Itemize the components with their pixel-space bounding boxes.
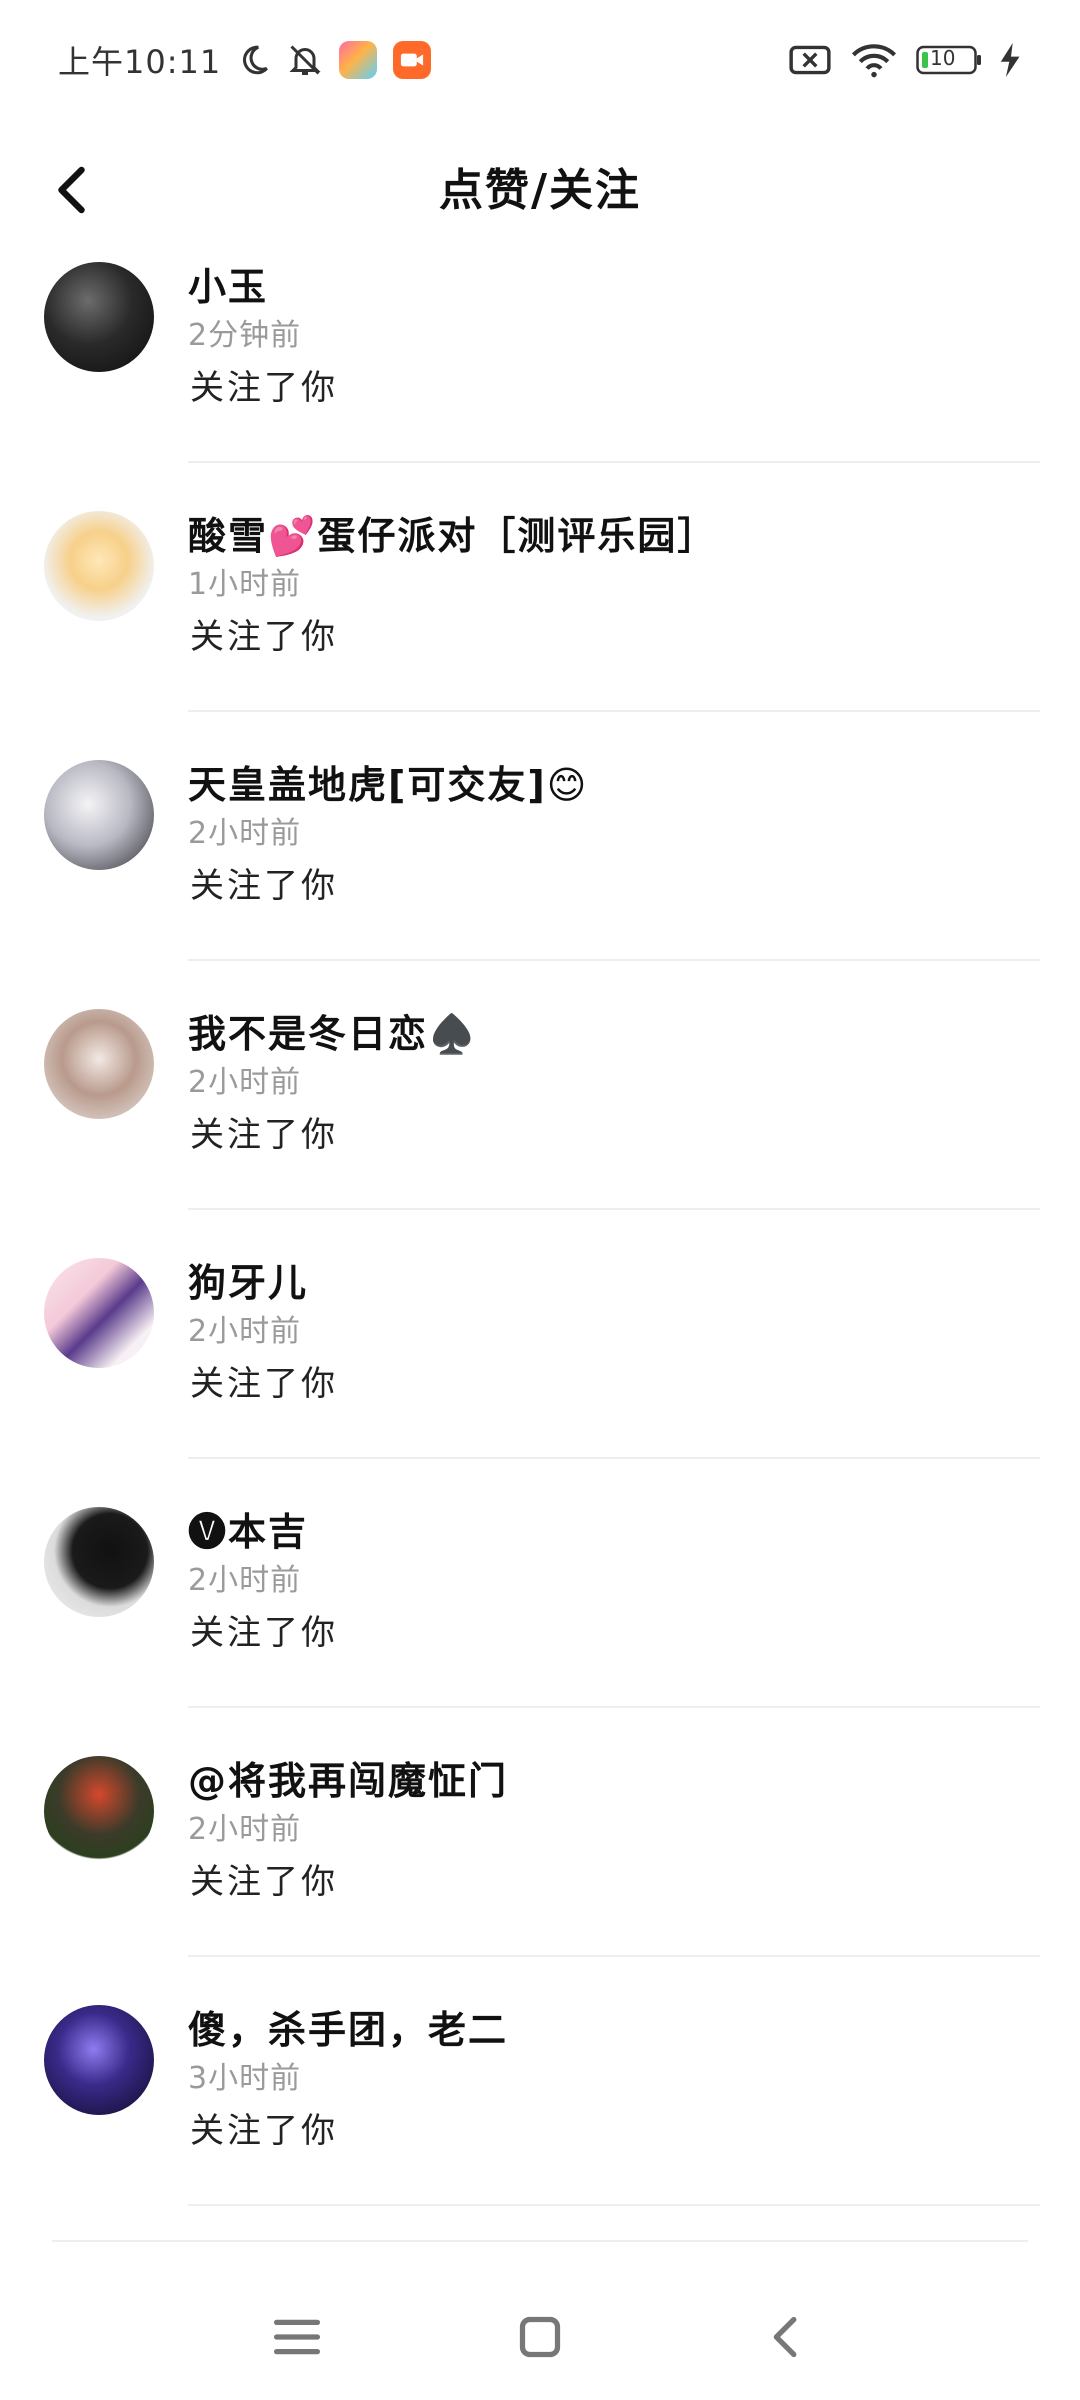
moon-icon (243, 45, 269, 75)
timestamp: 3小时前 (188, 2061, 302, 2096)
video-app-icon (393, 41, 432, 79)
avatar[interactable] (44, 1009, 154, 1119)
divider (188, 1706, 1040, 1708)
user-name[interactable]: 我不是冬日恋♠️ (188, 1003, 477, 1058)
recent-apps-button[interactable] (262, 2302, 332, 2372)
timestamp: 2小时前 (188, 816, 302, 851)
action-text: 关注了你 (190, 368, 338, 408)
list-item[interactable]: 酸雪💕蛋仔派对［测评乐园］ 1小时前 关注了你 (0, 497, 1080, 746)
user-name[interactable]: 狗牙儿 (188, 1252, 308, 1307)
charging-icon (1000, 43, 1020, 77)
avatar[interactable] (44, 760, 154, 870)
timestamp: 2小时前 (188, 1563, 302, 1598)
action-text: 关注了你 (190, 1364, 338, 1404)
list-item[interactable]: 我不是冬日恋♠️ 2小时前 关注了你 (0, 995, 1080, 1244)
wifi-icon (851, 44, 897, 78)
battery-level: 10 (930, 46, 956, 70)
user-name[interactable]: @将我再闯魔怔门 (188, 1750, 508, 1805)
action-text: 关注了你 (190, 866, 338, 906)
timestamp: 1小时前 (188, 567, 302, 602)
divider (188, 2204, 1040, 2206)
user-name[interactable]: 傻，杀手团，老二 (188, 1999, 508, 2054)
list-item[interactable]: 傻，杀手团，老二 3小时前 关注了你 (0, 1991, 1080, 2240)
divider (52, 2240, 1028, 2242)
divider (188, 1955, 1040, 1957)
chevron-left-icon (773, 2316, 797, 2358)
action-text: 关注了你 (190, 1613, 338, 1653)
timestamp: 2分钟前 (188, 318, 302, 353)
list-item[interactable]: 天皇盖地虎[可交友]😊 2小时前 关注了你 (0, 746, 1080, 995)
user-name[interactable]: 🅥本吉 (188, 1501, 308, 1556)
avatar[interactable] (44, 262, 154, 372)
divider (188, 1208, 1040, 1210)
sim-disabled-icon (789, 45, 831, 75)
avatar[interactable] (44, 2005, 154, 2115)
action-text: 关注了你 (190, 617, 338, 657)
menu-icon (273, 2319, 321, 2355)
timestamp: 2小时前 (188, 1065, 302, 1100)
action-text: 关注了你 (190, 1862, 338, 1902)
page-title: 点赞/关注 (438, 165, 642, 216)
avatar[interactable] (44, 511, 154, 621)
user-name[interactable]: 天皇盖地虎[可交友]😊 (188, 754, 588, 809)
system-nav-bar (0, 2280, 1080, 2400)
list-item[interactable]: 小玉 2分钟前 关注了你 (0, 248, 1080, 497)
battery-indicator: 10 (916, 45, 982, 75)
list-item[interactable]: @将我再闯魔怔门 2小时前 关注了你 (0, 1742, 1080, 1991)
user-name[interactable]: 小玉 (188, 256, 268, 311)
action-text: 关注了你 (190, 1115, 338, 1155)
bell-muted-icon (289, 45, 321, 75)
divider (188, 959, 1040, 961)
list-item[interactable]: 🅥本吉 2小时前 关注了你 (0, 1493, 1080, 1742)
game-app-icon (339, 41, 378, 79)
divider (188, 461, 1040, 463)
avatar[interactable] (44, 1507, 154, 1617)
action-text: 关注了你 (190, 2111, 338, 2151)
divider (188, 1457, 1040, 1459)
list-item[interactable]: 狗牙儿 2小时前 关注了你 (0, 1244, 1080, 1493)
timestamp: 2小时前 (188, 1812, 302, 1847)
system-back-button[interactable] (753, 2302, 823, 2372)
avatar[interactable] (44, 1258, 154, 1368)
avatar[interactable] (44, 1756, 154, 1866)
notification-list: 小玉 2分钟前 关注了你 酸雪💕蛋仔派对［测评乐园］ 1小时前 关注了你 天皇盖… (0, 248, 1080, 2240)
home-button[interactable] (505, 2302, 575, 2372)
square-icon (519, 2316, 561, 2358)
user-name[interactable]: 酸雪💕蛋仔派对［测评乐园］ (188, 505, 717, 560)
status-bar: 上午10:11 10 (0, 0, 1080, 120)
divider (188, 710, 1040, 712)
status-time: 上午10:11 (58, 43, 222, 81)
timestamp: 2小时前 (188, 1314, 302, 1349)
